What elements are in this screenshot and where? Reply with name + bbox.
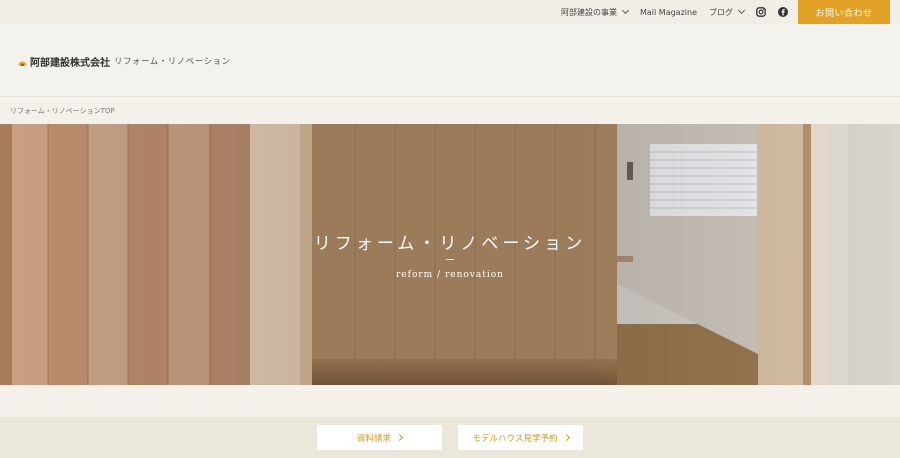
hero-banner bbox=[0, 124, 900, 385]
logo-text: 阿部建設株式会社 bbox=[30, 58, 110, 69]
site-header: 阿部建設株式会社 リフォーム・リノベーション bbox=[0, 24, 900, 97]
chevron-down-icon bbox=[621, 6, 630, 15]
hero-subtitle: reform / renovation bbox=[396, 270, 504, 280]
top-nav: 阿部建設の事業 Mail Magazine ブログ bbox=[561, 0, 788, 24]
page-subtitle: リフォーム・リノベーション bbox=[114, 57, 231, 67]
request-materials-label: 資料請求 bbox=[356, 433, 391, 444]
hero-divider bbox=[446, 259, 454, 260]
chevron-down-icon bbox=[737, 6, 746, 15]
contact-button[interactable]: お問い合わせ bbox=[798, 0, 890, 24]
nav-business-label: 阿部建設の事業 bbox=[561, 7, 617, 17]
nav-mail-magazine[interactable]: Mail Magazine bbox=[640, 8, 697, 17]
chevron-right-icon bbox=[395, 433, 404, 442]
contact-button-label: お問い合わせ bbox=[815, 8, 873, 19]
breadcrumb[interactable]: リフォーム・リノベーションTOP bbox=[10, 106, 115, 116]
nav-blog[interactable]: ブログ bbox=[709, 6, 746, 18]
model-house-reservation-label: モデルハウス見学予約 bbox=[472, 433, 558, 444]
model-house-reservation-button[interactable]: モデルハウス見学予約 bbox=[458, 425, 583, 450]
nav-mail-magazine-label: Mail Magazine bbox=[640, 7, 697, 17]
hero-title: リフォーム・リノベーション bbox=[313, 234, 587, 254]
chevron-right-icon bbox=[562, 433, 570, 442]
bottom-action-bar: 資料請求 モデルハウス見学予約 bbox=[0, 417, 900, 458]
top-bar: 阿部建設の事業 Mail Magazine ブログ お問い合わせ bbox=[0, 0, 900, 24]
logo-mark-icon bbox=[18, 58, 27, 67]
request-materials-button[interactable]: 資料請求 bbox=[317, 425, 442, 450]
hero-image bbox=[0, 124, 900, 385]
nav-blog-label: ブログ bbox=[709, 7, 733, 17]
facebook-icon[interactable] bbox=[778, 7, 788, 17]
site-logo[interactable]: 阿部建設株式会社 bbox=[18, 54, 110, 69]
nav-business[interactable]: 阿部建設の事業 bbox=[561, 6, 630, 18]
instagram-icon[interactable] bbox=[756, 7, 766, 17]
